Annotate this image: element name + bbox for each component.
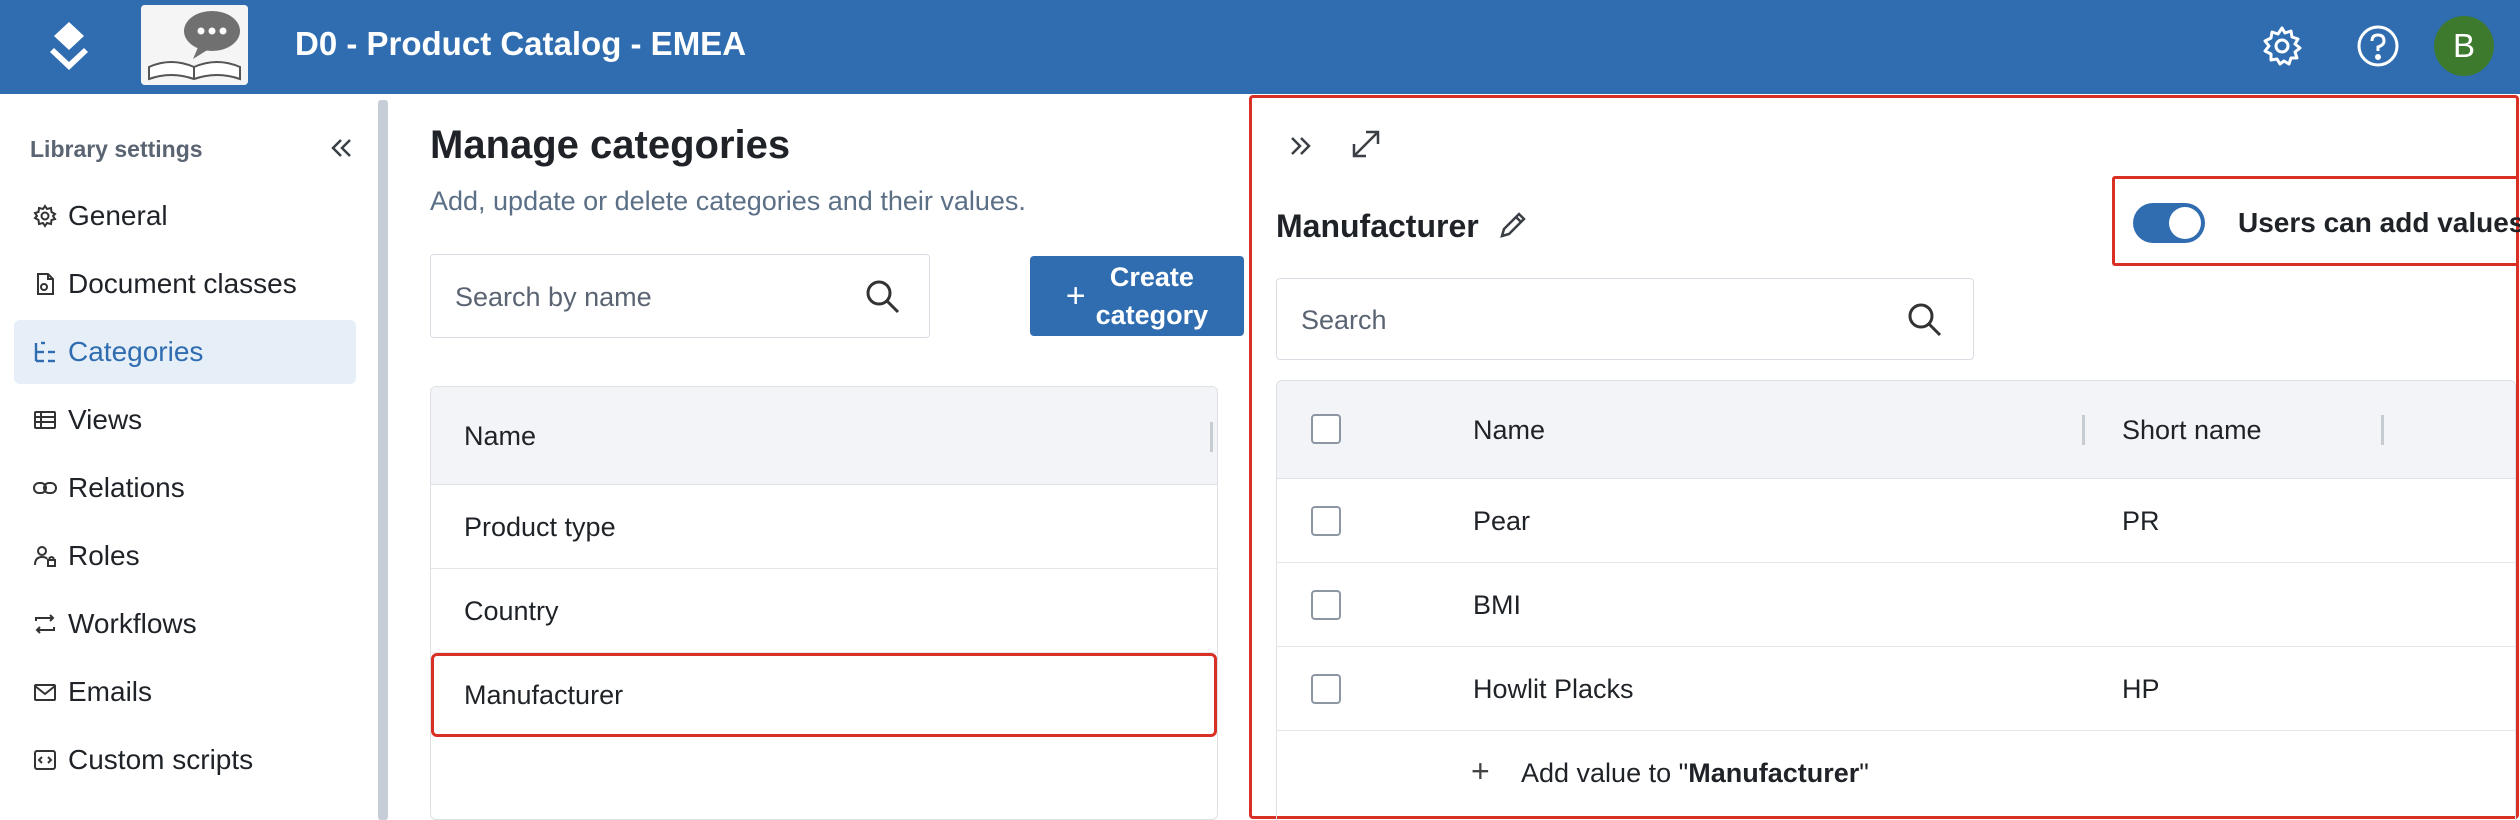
link-icon: [33, 482, 57, 494]
sidebar-item-label: Workflows: [68, 608, 197, 639]
document-class-icon: [37, 273, 54, 295]
sidebar-item-label: Relations: [68, 472, 185, 503]
sidebar-item-emails[interactable]: Emails: [14, 660, 356, 724]
help-icon[interactable]: [2354, 22, 2402, 70]
sidebar-item-views[interactable]: Views: [14, 388, 356, 452]
plus-icon: +: [1065, 276, 1086, 315]
gear-icon: [33, 204, 57, 228]
sidebar-item-label: Custom scripts: [68, 744, 254, 775]
sidebar-item-document-classes[interactable]: Document classes: [14, 252, 356, 316]
category-search-input[interactable]: [455, 275, 835, 319]
user-role-icon: [34, 546, 56, 567]
sidebar-item-label: Document classes: [68, 268, 297, 299]
sidebar-item-relations[interactable]: Relations: [14, 456, 356, 520]
category-detail-panel: Manufacturer Users can add values Name S…: [1249, 95, 2520, 820]
edit-pencil-icon[interactable]: [1496, 208, 1530, 242]
create-button-line2: category: [1095, 300, 1209, 330]
library-title: D0 - Product Catalog - EMEA: [295, 25, 747, 62]
select-all-checkbox[interactable]: [1311, 414, 1341, 444]
row-checkbox[interactable]: [1311, 674, 1341, 704]
category-name: Country: [464, 596, 559, 626]
row-checkbox[interactable]: [1311, 590, 1341, 620]
toggle-label: Users can add values: [2238, 207, 2520, 238]
search-icon[interactable]: [1903, 298, 1947, 342]
value-short-name: HP: [2122, 674, 2160, 704]
column-header-short-name[interactable]: Short name: [2122, 415, 2262, 446]
table-row[interactable]: BMI: [1277, 563, 2515, 647]
value-name: BMI: [1473, 590, 1522, 620]
app-header: D0 - Product Catalog - EMEA B: [0, 0, 2520, 94]
table-row-selected[interactable]: Manufacturer: [431, 653, 1217, 737]
settings-gear-icon[interactable]: [2258, 22, 2306, 70]
sidebar-item-label: Views: [68, 404, 143, 435]
value-name: Howlit Placks: [1473, 674, 1634, 704]
category-tree-icon: [34, 341, 55, 363]
table-header: Name Short name: [1277, 381, 2515, 479]
page-title: Manage categories: [430, 123, 791, 167]
category-search-box: [430, 254, 930, 338]
search-icon[interactable]: [861, 275, 905, 319]
sidebar-item-roles[interactable]: Roles: [14, 524, 356, 588]
value-name: Pear: [1473, 506, 1531, 536]
add-value-label: Add value to "Manufacturer": [1521, 758, 1869, 788]
table-row[interactable]: Pear PR: [1277, 479, 2515, 563]
page-subtitle: Add, update or delete categories and the…: [430, 186, 1026, 216]
add-value-button[interactable]: + Add value to "Manufacturer": [1277, 731, 2515, 815]
panel-title: Manufacturer: [1276, 208, 1479, 244]
collapse-sidebar-icon[interactable]: [325, 132, 357, 164]
fullscreen-icon[interactable]: [1346, 124, 1386, 164]
workflow-icon: [35, 614, 55, 634]
code-icon: [34, 750, 56, 770]
users-can-add-values-setting: Users can add values: [2112, 176, 2520, 266]
sidebar-item-general[interactable]: General: [14, 184, 356, 248]
value-search-box: [1276, 278, 1974, 360]
values-table: Name Short name Pear PR BMI Howlit Plack…: [1276, 380, 2516, 820]
category-name: Manufacturer: [464, 680, 624, 710]
table-row[interactable]: Product type: [431, 485, 1217, 569]
sidebar-item-label: Emails: [68, 676, 153, 707]
app-logo-icon[interactable]: [40, 18, 98, 76]
settings-sidebar: Library settings General Document classe…: [0, 94, 376, 820]
value-search-input[interactable]: [1301, 298, 1861, 342]
table-row[interactable]: Country: [431, 569, 1217, 653]
mail-icon: [34, 684, 56, 701]
create-button-line1: Create: [1109, 262, 1194, 292]
column-header-name[interactable]: Name: [464, 421, 536, 452]
sidebar-item-workflows[interactable]: Workflows: [14, 592, 356, 656]
table-view-icon: [34, 411, 56, 429]
column-header-name[interactable]: Name: [1473, 415, 1545, 446]
plus-icon: +: [1471, 753, 1490, 789]
table-header: Name: [431, 387, 1217, 485]
collapse-panel-icon[interactable]: [1282, 126, 1322, 166]
table-row[interactable]: Howlit Placks HP: [1277, 647, 2515, 731]
value-short-name: PR: [2122, 506, 2160, 536]
sidebar-item-label: General: [68, 200, 168, 231]
library-image: [141, 5, 248, 85]
sidebar-item-custom-scripts[interactable]: Custom scripts: [14, 728, 356, 792]
sidebar-scrollbar[interactable]: [378, 100, 388, 820]
column-resize-handle[interactable]: [2381, 415, 2384, 445]
toggle-knob: [2169, 207, 2201, 239]
sidebar-title: Library settings: [30, 136, 203, 162]
sidebar-item-label: Roles: [68, 540, 140, 571]
user-avatar[interactable]: B: [2434, 16, 2494, 76]
column-resize-handle[interactable]: [2082, 415, 2085, 445]
categories-table: Name Product type Country Manufacturer: [430, 386, 1218, 820]
users-can-add-values-toggle[interactable]: [2133, 203, 2205, 243]
column-resize-handle[interactable]: [1210, 422, 1213, 452]
row-checkbox[interactable]: [1311, 506, 1341, 536]
sidebar-item-label: Categories: [68, 336, 204, 367]
sidebar-item-categories[interactable]: Categories: [14, 320, 356, 384]
create-category-button[interactable]: + Create category: [1030, 256, 1244, 336]
category-name: Product type: [464, 512, 616, 542]
